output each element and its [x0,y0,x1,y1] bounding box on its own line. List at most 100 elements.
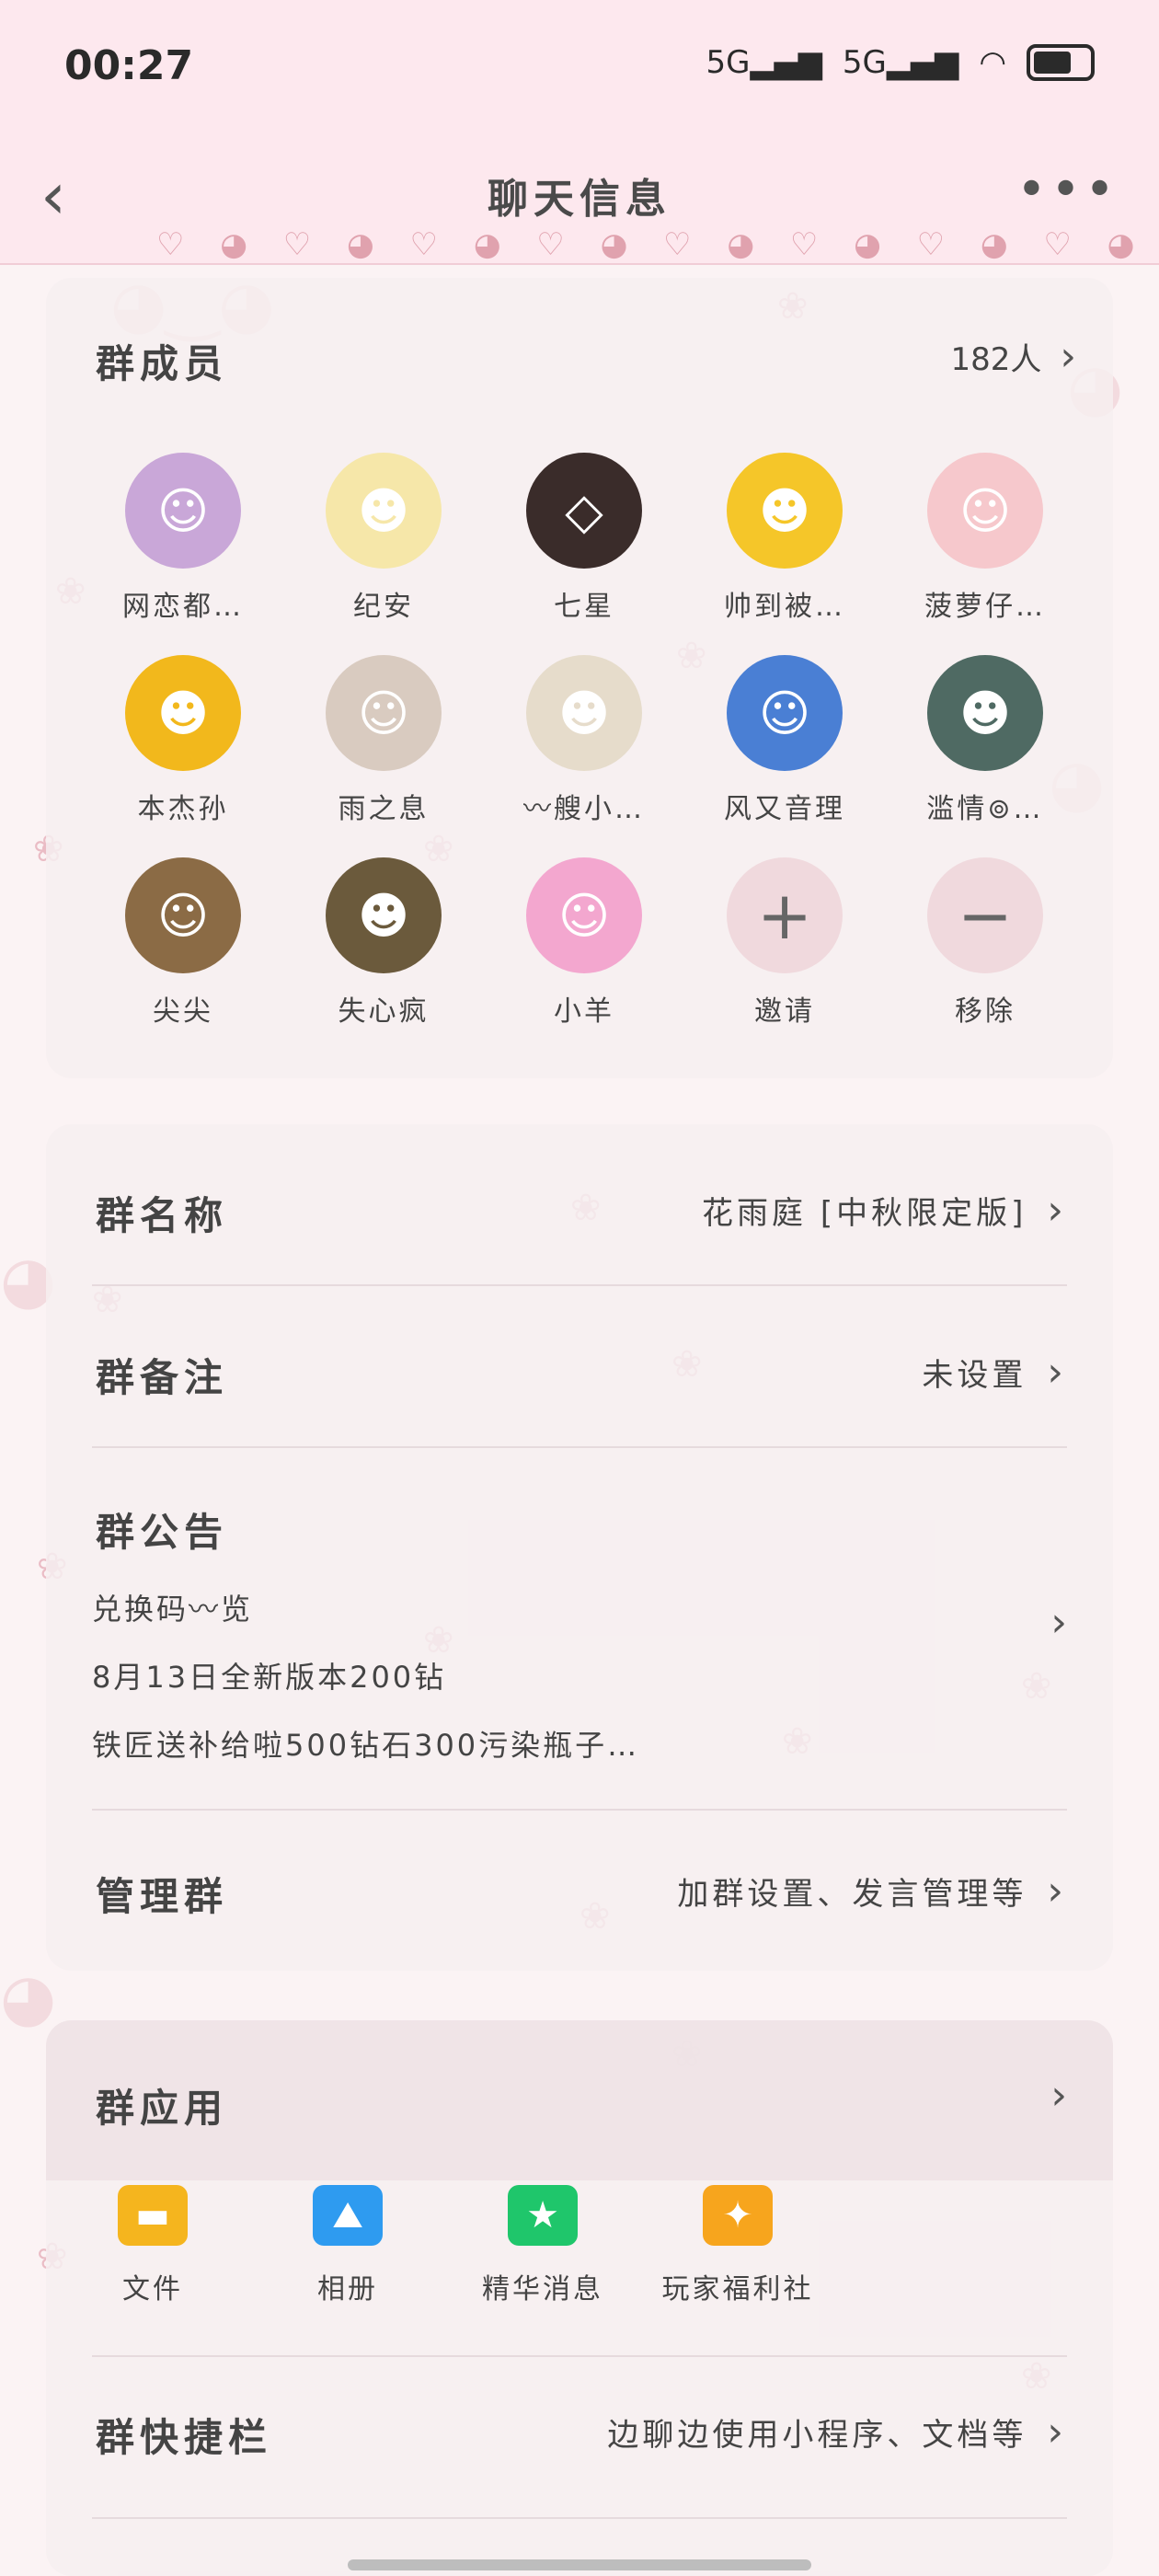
invite-label: 邀请 [754,995,815,1028]
app-item[interactable]: ▬ 文件 [55,2185,250,2306]
signal-icon: 5G▂▄▆ [706,44,822,81]
member-grid: ☺ 网恋都… ☻ 纪安 ◇ 七星 ☻ 帅到被… ☺ 菠萝仔… ☻ 本杰孙 ☺ 雨之息 ☻ 〰艘小… ☺ 风又音理 ☻… [83,453,1085,1029]
member-name: 七星 [554,591,614,623]
member-item[interactable]: ☻ 纪安 [283,453,484,624]
divider [92,1446,1067,1448]
member-name: 小羊 [554,995,614,1028]
members-count-link[interactable]: 182人 › [950,333,1076,380]
app-label: 精华消息 [482,2273,603,2306]
gift-hand-icon: ✦ [703,2185,773,2246]
folder-icon: ▬ [118,2185,188,2246]
manage-group-label: 管理群 [96,1874,229,1919]
battery-icon [1027,44,1095,81]
home-indicator [348,2559,811,2570]
group-remark-value: 未设置 [922,1357,1027,1394]
wifi-icon: ◠ [979,44,1006,81]
page-title: 聊天信息 [488,176,671,223]
member-name: 雨之息 [338,793,430,825]
member-name: 网恋都… [122,591,244,623]
photo-icon: ⛰ [313,2185,383,2246]
status-time: 00:27 [64,42,194,89]
avatar: ☺ [326,655,442,771]
member-item[interactable]: ☻ 〰艘小… [484,655,684,826]
app-item[interactable]: ✦ 玩家福利社 [640,2185,835,2306]
member-item[interactable]: ☻ 本杰孙 [83,655,283,826]
member-name: 尖尖 [153,995,213,1028]
chevron-right-icon: › [1047,1868,1067,1915]
signal-icon: 5G▂▄▆ [842,44,959,81]
member-name: 风又音理 [724,793,845,825]
avatar: ☺ [526,857,642,973]
group-apps-header[interactable]: 群应用 › [46,2020,1113,2180]
app-label: 玩家福利社 [661,2273,814,2306]
members-title: 群成员 [96,341,229,386]
divider [92,1809,1067,1811]
chevron-right-icon: › [1047,1187,1067,1234]
group-name-label: 群名称 [96,1193,229,1238]
avatar: ☻ [125,655,241,771]
app-item[interactable]: ⛰ 相册 [250,2185,445,2306]
chevron-right-icon: › [1050,2072,1067,2119]
decor-trim: ♡ ◕ ♡ ◕ ♡ ◕ ♡ ◕ ♡ ◕ ♡ ◕ ♡ ◕ ♡ ◕ ♡ ◕ [156,226,1159,263]
more-icon[interactable]: ••• [1016,160,1119,220]
group-name-row[interactable]: 群名称 花雨庭 [中秋限定版] › [96,1185,1067,1259]
member-item[interactable]: ☻ 帅到被… [684,453,885,624]
avatar: ☺ [125,857,241,973]
notice-line: 铁匠送补给啦500钻石300污染瓶子… [92,1728,640,1763]
notice-line: 兑换码〰览 [92,1592,254,1627]
nav-bar: ‹ 聊天信息 ••• ♡ ◕ ♡ ◕ ♡ ◕ ♡ ◕ ♡ ◕ ♡ ◕ ♡ ◕ ♡… [0,145,1159,265]
manage-group-row[interactable]: 管理群 加群设置、发言管理等 › [96,1866,1067,1939]
member-name: 帅到被… [724,591,845,623]
app-row: ▬ 文件 ⛰ 相册 ★ 精华消息 ✦ 玩家福利社 [55,2185,835,2306]
app-label: 相册 [317,2273,378,2306]
member-name: 纪安 [353,591,414,623]
avatar: ☺ [927,453,1043,569]
shortcut-row[interactable]: 群快捷栏 边聊边使用小程序、文档等 › [96,2407,1067,2480]
group-remark-label: 群备注 [96,1355,229,1400]
status-bar: 00:27 5G▂▄▆ 5G▂▄▆ ◠ [0,0,1159,145]
group-notice-label: 群公告 [96,1510,229,1555]
members-card: 群成员 182人 › ☺ 网恋都… ☻ 纪安 ◇ 七星 ☻ 帅到被… ☺ 菠萝仔… ☻ 本杰孙 ☺ 雨之息… [46,278,1113,1078]
avatar: ◇ [526,453,642,569]
minus-icon: − [927,857,1043,973]
member-item[interactable]: ◇ 七星 [484,453,684,624]
divider [92,1284,1067,1286]
member-name: 〰艘小… [523,793,645,825]
manage-group-value: 加群设置、发言管理等 [677,1876,1027,1913]
member-name: 失心疯 [338,995,430,1028]
member-name: 菠萝仔… [924,591,1046,623]
member-name: 滥情⊚… [926,793,1044,825]
avatar: ☻ [727,453,843,569]
divider [92,2517,1067,2519]
chevron-right-icon: › [1050,1599,1067,1646]
remove-label: 移除 [955,995,1016,1028]
group-apps-title: 群应用 [96,2086,229,2131]
avatar: ☻ [526,655,642,771]
avatar: ☺ [125,453,241,569]
avatar: ☻ [326,453,442,569]
members-count: 182人 [950,341,1042,378]
member-item[interactable]: ☺ 网恋都… [83,453,283,624]
invite-member-button[interactable]: + 邀请 [684,857,885,1029]
member-item[interactable]: ☺ 风又音理 [684,655,885,826]
member-item[interactable]: ☻ 滥情⊚… [885,655,1085,826]
member-item[interactable]: ☻ 失心疯 [283,857,484,1029]
app-item[interactable]: ★ 精华消息 [445,2185,640,2306]
member-item[interactable]: ☺ 雨之息 [283,655,484,826]
member-name: 本杰孙 [137,793,229,825]
plus-icon: + [727,857,843,973]
status-icons: 5G▂▄▆ 5G▂▄▆ ◠ [706,44,1095,81]
notice-line: 8月13日全新版本200钻 [92,1660,447,1695]
member-item[interactable]: ☺ 小羊 [484,857,684,1029]
member-item[interactable]: ☺ 菠萝仔… [885,453,1085,624]
shortcut-value: 边聊边使用小程序、文档等 [607,2417,1027,2454]
chevron-right-icon: › [1047,2409,1067,2455]
chevron-right-icon: › [1060,333,1076,380]
group-remark-row[interactable]: 群备注 未设置 › [96,1347,1067,1420]
shortcut-label: 群快捷栏 [96,2415,273,2460]
member-item[interactable]: ☺ 尖尖 [83,857,283,1029]
avatar: ☺ [727,655,843,771]
app-label: 文件 [122,2273,183,2306]
star-bubble-icon: ★ [508,2185,578,2246]
remove-member-button[interactable]: − 移除 [885,857,1085,1029]
